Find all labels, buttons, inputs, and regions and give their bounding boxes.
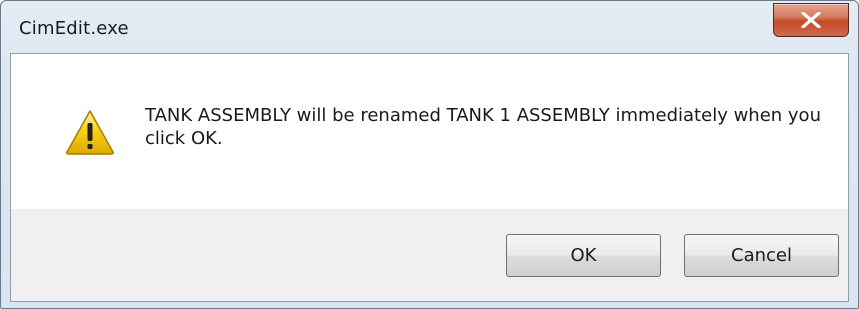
- button-bar: OK Cancel: [11, 209, 848, 301]
- window-title: CimEdit.exe: [19, 18, 129, 39]
- cancel-button[interactable]: Cancel: [684, 234, 839, 277]
- dialog-body: TANK ASSEMBLY will be renamed TANK 1 ASS…: [10, 53, 849, 302]
- dialog-window: CimEdit.exe TANK ASSEMBLY will be rename…: [0, 0, 859, 309]
- message-area: TANK ASSEMBLY will be renamed TANK 1 ASS…: [11, 54, 848, 209]
- close-icon: [801, 12, 821, 28]
- warning-icon: [66, 110, 114, 155]
- title-bar[interactable]: CimEdit.exe: [1, 1, 858, 53]
- ok-button[interactable]: OK: [506, 234, 661, 277]
- close-button[interactable]: [773, 3, 849, 37]
- message-text: TANK ASSEMBLY will be renamed TANK 1 ASS…: [145, 105, 821, 149]
